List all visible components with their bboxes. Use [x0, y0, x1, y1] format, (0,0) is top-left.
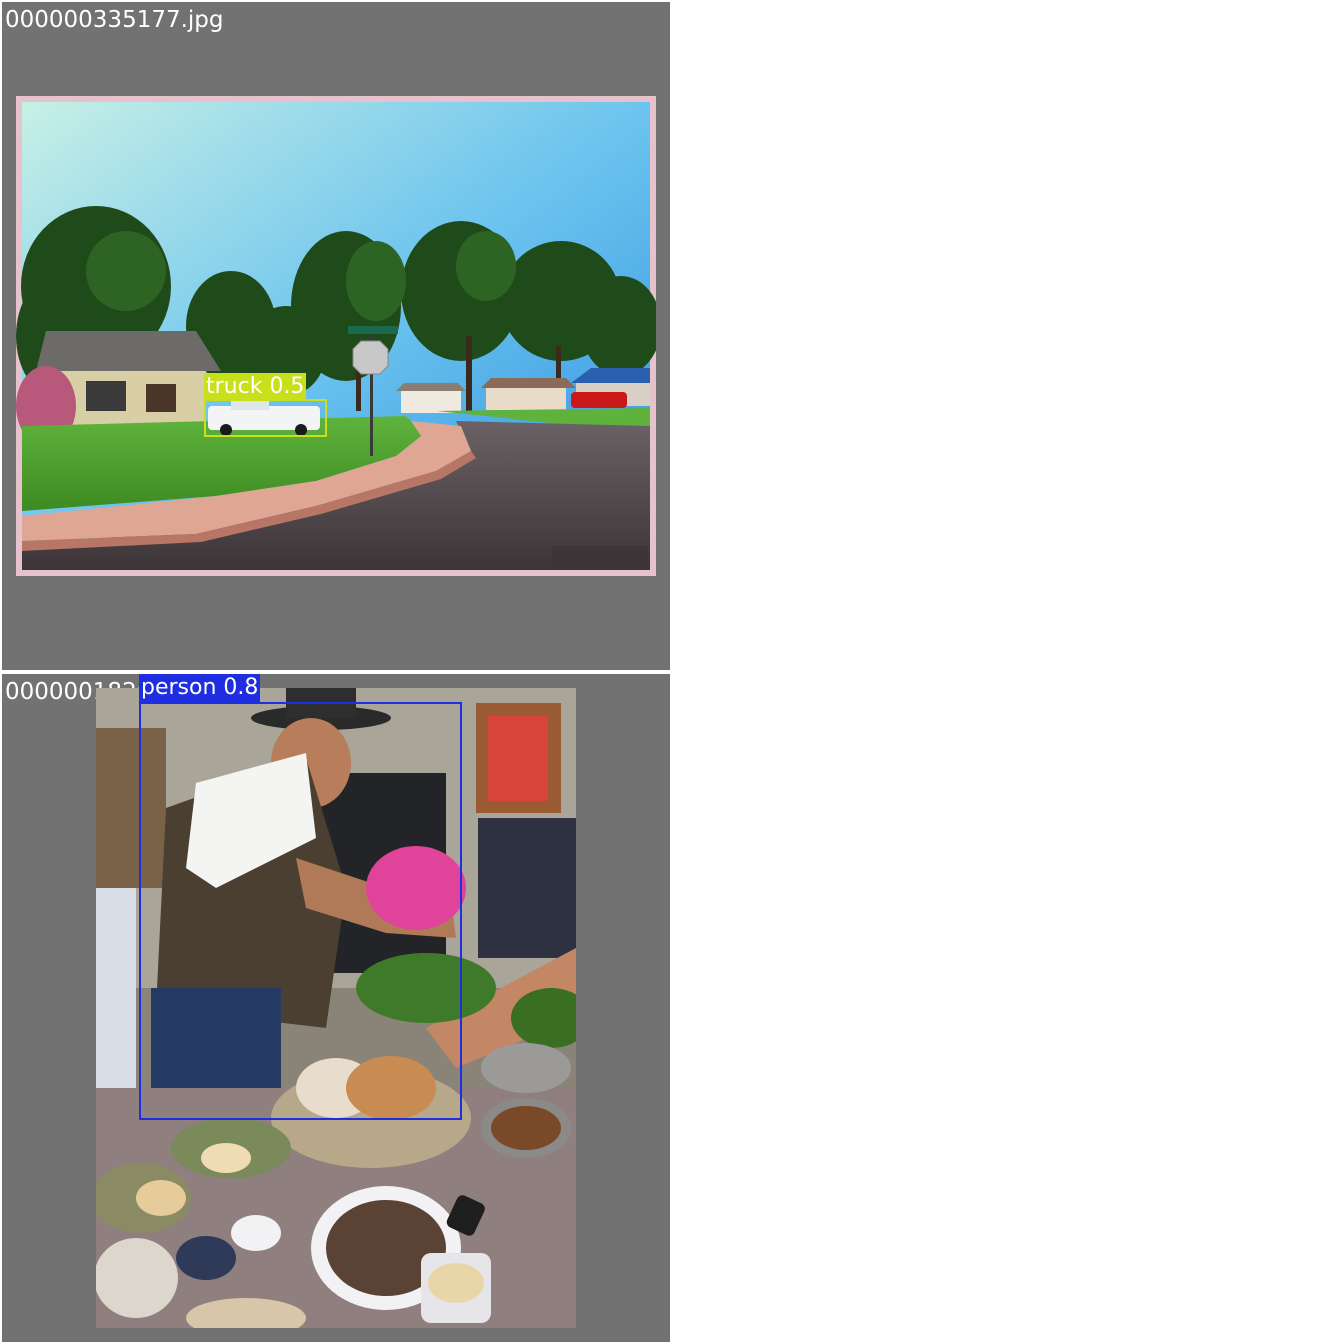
street-scene-photo	[16, 96, 656, 576]
mosaic-tile-1: truck 0.5 000000335177.jpg	[2, 2, 670, 670]
mosaic-tile-2: 000000182611.jpg	[2, 674, 670, 1342]
person-detection-box	[139, 702, 462, 1120]
truck-detection-box	[204, 399, 327, 437]
person-detection-label: person 0.8	[139, 674, 261, 702]
truck-detection-label: truck 0.5	[204, 373, 307, 401]
filename-label: 000000335177.jpg	[5, 7, 224, 33]
